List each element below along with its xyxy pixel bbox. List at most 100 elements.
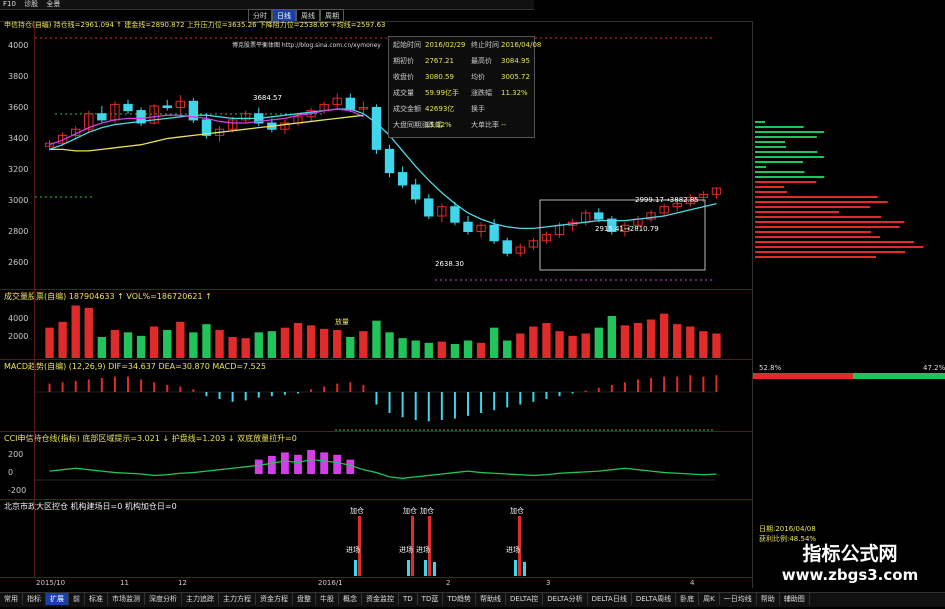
volume-bar (97, 337, 107, 358)
cci-axis: 200 0 -200 (0, 432, 35, 500)
volume-bar (555, 331, 564, 358)
bottom-tab[interactable]: 指标 (23, 593, 46, 605)
time-tick: 2016/1 (318, 579, 343, 587)
info-box-cell: 大单比率 (471, 121, 499, 129)
candle-body (463, 221, 473, 232)
volume-bar (607, 316, 617, 358)
bottom-tab[interactable]: 周K (699, 593, 720, 605)
price-tick: 2600 (8, 257, 29, 267)
volume-tick-high: 4000 (8, 314, 29, 323)
profit-ratio-left: 52.8% (759, 364, 782, 372)
info-box-cell: 2016/04/08 (501, 41, 542, 49)
info-box-cell: 收盘价 (393, 73, 414, 81)
chip-bar (755, 216, 882, 218)
volume-bar (306, 325, 316, 358)
cci-tick-neg200: -200 (8, 486, 27, 495)
volume-bar (202, 324, 211, 358)
bottom-tab[interactable]: 卧底 (676, 593, 700, 605)
candle-body (371, 107, 382, 150)
app-title[interactable]: F10 (3, 0, 16, 8)
chip-bar (755, 191, 787, 193)
bottom-tab[interactable]: 辅助图 (780, 593, 810, 605)
signal-bar-entry (407, 560, 410, 576)
bottom-tab[interactable]: 概念 (339, 593, 362, 605)
signal-chart[interactable]: 加仓进场 加仓进场 加仓进场 加仓进场 (35, 500, 752, 578)
volume-bar (346, 337, 355, 358)
time-tick: 4 (690, 579, 695, 587)
tab-overview[interactable]: 全景 (46, 0, 60, 8)
bottom-tab[interactable]: 扩展 (46, 593, 69, 605)
bottom-tab[interactable]: TD (399, 593, 418, 605)
bottom-tab[interactable]: DELTA分析 (543, 593, 588, 605)
bottom-tab[interactable]: DELTA控 (506, 593, 544, 605)
bottom-tab[interactable]: TD趋势 (443, 593, 477, 605)
candle-body (397, 172, 408, 186)
volume-chart[interactable]: 放量 (35, 290, 752, 360)
chip-distribution-chart[interactable] (753, 121, 945, 261)
bottom-tab[interactable]: 帮助线 (476, 593, 507, 605)
bottom-tab[interactable]: 一日均线 (720, 593, 757, 605)
signal-bar-entry (424, 560, 427, 576)
bottom-tab[interactable]: 资金方程 (256, 593, 293, 605)
info-box-cell: 期初价 (393, 57, 414, 65)
price-axis: 4000 3800 3600 3400 3200 3000 2800 2600 (0, 22, 35, 290)
volume-bar (136, 335, 146, 358)
bottom-tab[interactable]: 前 (69, 593, 85, 605)
volume-bar (463, 340, 473, 358)
signal-add-label: 加仓 (403, 506, 417, 515)
volume-bar (411, 340, 420, 358)
bottom-tab[interactable]: 资金监控 (362, 593, 399, 605)
macd-chart[interactable] (35, 360, 752, 432)
info-box-cell: 11.32% (501, 89, 528, 97)
price-panel: 申信持仓(自编) 持仓线=2961.094 ↑ 建金线=2890.872 上升压… (0, 21, 752, 290)
signal-add-label: 加仓 (350, 506, 364, 515)
time-tick: 2015/10 (36, 579, 66, 587)
candle-body (345, 97, 355, 110)
volume-bar (372, 320, 381, 358)
candle-body (384, 148, 395, 174)
tab-diagnose[interactable]: 诊股 (24, 0, 38, 8)
bottom-tab[interactable]: 标准 (85, 593, 108, 605)
volume-bar (293, 323, 303, 358)
price-tick: 3200 (8, 164, 29, 174)
bottom-tab[interactable]: 牛股 (316, 593, 339, 605)
volume-bar (476, 342, 486, 358)
signal-bar-entry (354, 560, 357, 576)
bottom-tab[interactable]: TD蓝 (418, 593, 444, 605)
candle-body (162, 105, 172, 108)
bottom-tab[interactable]: 主力追踪 (182, 593, 219, 605)
volume-bar (45, 327, 54, 358)
bottom-tab[interactable]: 主力方程 (219, 593, 256, 605)
info-box-cell: 42693亿 (425, 105, 455, 113)
info-box-cell: 最高价 (471, 57, 492, 65)
time-tick: 2 (446, 579, 451, 587)
bottom-tab[interactable]: 深度分析 (145, 593, 182, 605)
chip-bar (755, 246, 924, 248)
cci-bar (320, 452, 329, 474)
watermark-title: 指标公式网 (802, 543, 898, 565)
volume-bar (267, 331, 277, 358)
chip-bar (755, 206, 871, 208)
volume-bar (71, 305, 80, 358)
interval-stats-box[interactable]: 起始时间 2016/02/29 终止时间 2016/04/08 期初价 2767.21 最高… (388, 36, 541, 138)
bottom-tab[interactable]: DELTA周线 (632, 593, 677, 605)
volume-bar (516, 333, 525, 358)
chip-bar (755, 166, 767, 168)
chip-distribution-panel: 52.8% 47.2% 日期:2016/04/08 获利比例:48.54% (752, 21, 945, 588)
price-tick: 2800 (8, 226, 29, 236)
bottom-tab[interactable]: 盘整 (293, 593, 316, 605)
range-low-label: 2915.41→2810.79 (595, 225, 659, 233)
bottom-tab[interactable]: 市场监测 (108, 593, 145, 605)
info-box-cell: 2016/02/29 (425, 41, 466, 49)
bottom-tab[interactable]: 常用 (0, 593, 23, 605)
chip-bar (755, 146, 787, 148)
volume-bar (450, 344, 460, 358)
volume-bar (699, 331, 708, 358)
bottom-tab[interactable]: DELTA日线 (588, 593, 632, 605)
chip-bar (755, 231, 872, 233)
time-tick: 3 (546, 579, 551, 587)
bottom-tab[interactable]: 帮助 (757, 593, 780, 605)
chip-bar (755, 196, 878, 198)
chip-bar (755, 136, 817, 138)
cci-chart[interactable] (35, 432, 752, 500)
